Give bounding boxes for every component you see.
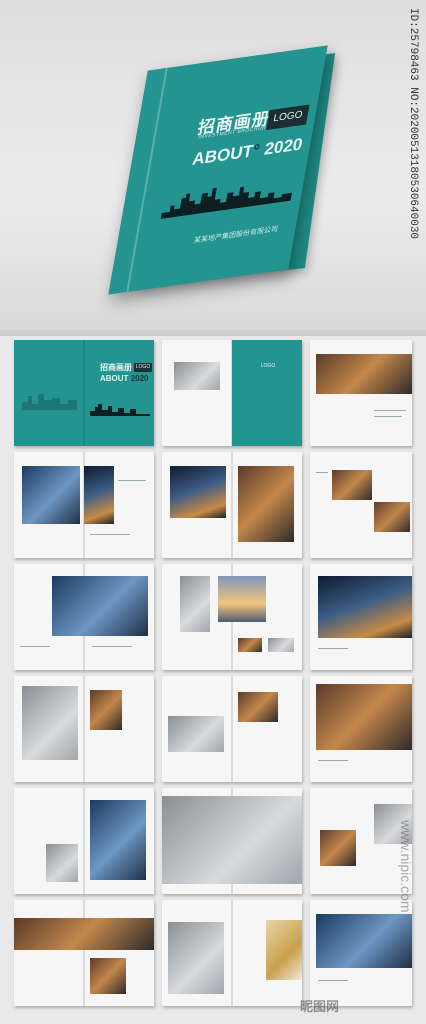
spread-photo: [46, 844, 78, 882]
spread-cover-title: 招商画册: [100, 363, 132, 372]
spread-skyline: [90, 404, 150, 416]
spread-3b: [162, 564, 302, 670]
spread-photo: [170, 466, 226, 518]
spread-4c: [310, 676, 412, 782]
spread-about-word: ABOUT: [100, 374, 129, 383]
text-line: [118, 480, 146, 481]
spread-photo: [320, 830, 356, 866]
spread-gate: [310, 340, 412, 446]
cover-year: 2020: [262, 134, 305, 159]
spread-5c: [310, 788, 412, 894]
spread-fold: [83, 900, 85, 1006]
spread-skyline-faint: [22, 394, 77, 410]
divider: [0, 330, 426, 336]
spread-3a: [14, 564, 154, 670]
text-line: [90, 534, 130, 535]
text-line: [20, 646, 50, 647]
text-line: [318, 648, 348, 649]
spread-4a: [14, 676, 154, 782]
spread-6a: [14, 900, 154, 1006]
spread-fold: [83, 340, 85, 446]
spread-4b: [162, 676, 302, 782]
spread-photo: [316, 914, 412, 968]
text-line: [316, 472, 328, 473]
spread-photo: [162, 796, 302, 884]
spread-photo: [168, 922, 224, 994]
spread-fold: [231, 452, 233, 558]
spread-fold: [83, 788, 85, 894]
text-line: [374, 410, 406, 411]
skyline-graphic: [160, 186, 293, 220]
spread-photo: [316, 354, 412, 394]
spread-photo: [168, 716, 224, 752]
spread-intro: LOGO: [162, 340, 302, 446]
spread-photo: [332, 470, 372, 500]
spread-photo: [22, 686, 78, 760]
spread-photo: [316, 684, 412, 750]
spread-photo: [266, 920, 302, 980]
spread-photo: [84, 466, 114, 524]
spread-2c: [310, 452, 412, 558]
spread-photo: [218, 576, 266, 622]
cover-mockup-area: 招商画册 INVESTMENT BROCHURES LOGO ABOUT° 20…: [0, 0, 426, 330]
spread-2a: [14, 452, 154, 558]
spread-intro-logo: LOGO: [260, 363, 276, 369]
spread-photo: [318, 576, 412, 638]
spread-photo: [238, 638, 262, 652]
spread-6b: [162, 900, 302, 1006]
watermark-brand: 昵图网: [300, 999, 340, 1014]
spread-2b: [162, 452, 302, 558]
spread-fold: [83, 676, 85, 782]
spread-5b: [162, 788, 302, 894]
spread-fold: [231, 900, 233, 1006]
spread-photo: [90, 690, 122, 730]
spread-photo: [22, 466, 80, 524]
spread-photo: [180, 576, 210, 632]
cover-company: 某某地产集团股份有限公司: [193, 225, 279, 245]
spread-cover-logo: LOGO: [134, 363, 152, 372]
text-line: [318, 980, 348, 981]
spread-photo: [90, 958, 126, 994]
spread-photo: [238, 692, 278, 722]
spread-photo: [14, 918, 154, 950]
cover-about: ABOUT° 2020: [190, 134, 305, 169]
spread-cover-about: ABOUT 2020: [100, 374, 148, 383]
spread-photo: [268, 638, 294, 652]
cover-logo: LOGO: [265, 104, 310, 131]
watermark-id: ID:25798463 NO:20200513180530640030: [407, 8, 419, 240]
text-line: [374, 416, 402, 417]
spread-6c: [310, 900, 412, 1006]
spread-photo: [238, 466, 294, 542]
spread-photo: [174, 362, 220, 390]
spread-fold: [231, 676, 233, 782]
brochure-mockup: 招商画册 INVESTMENT BROCHURES LOGO ABOUT° 20…: [0, 0, 426, 1024]
spread-photo: [52, 576, 148, 636]
spread-3c: [310, 564, 412, 670]
spread-photo: [374, 502, 410, 532]
spread-cover: 招商画册 LOGO ABOUT 2020: [14, 340, 154, 446]
watermark-site: www.nipic.com: [398, 820, 414, 913]
text-line: [318, 760, 348, 761]
book-spine: [126, 67, 168, 293]
spread-teal-page: [232, 340, 302, 446]
spread-photo: [90, 800, 146, 880]
spread-year: 2020: [130, 374, 149, 383]
spread-5a: [14, 788, 154, 894]
cover-about-word: ABOUT: [190, 141, 255, 169]
text-line: [92, 646, 132, 647]
